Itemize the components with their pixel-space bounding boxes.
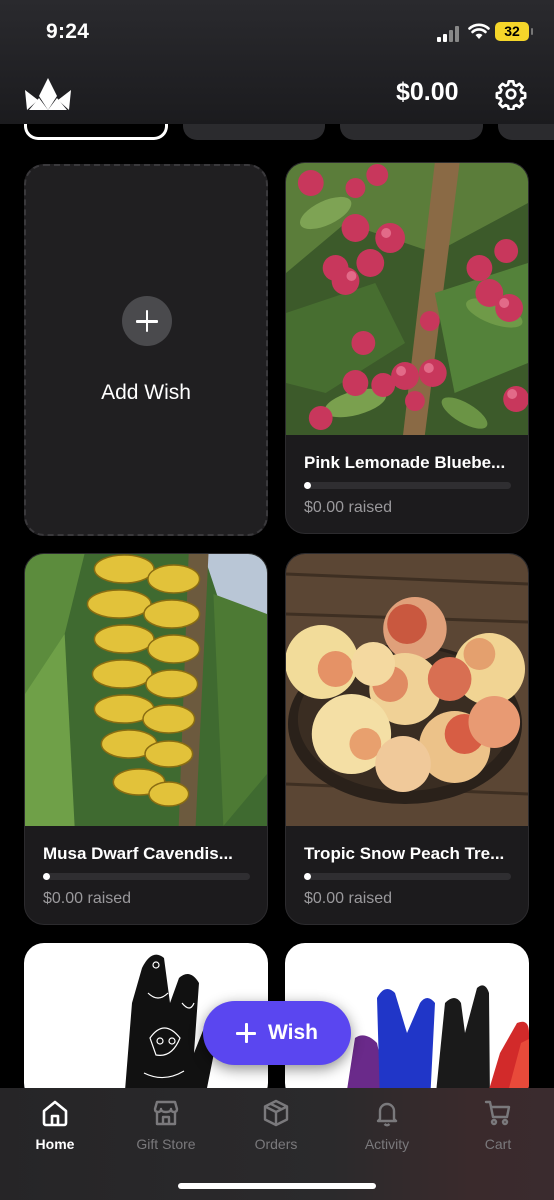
wish-raised: $0.00 raised	[304, 890, 393, 907]
tab-label: Cart	[484, 1136, 512, 1152]
tab-label: Activity	[364, 1136, 410, 1152]
wish-card[interactable]: Pink Lemonade Bluebe... $0.00 raised	[285, 162, 529, 534]
box-icon	[263, 1099, 289, 1127]
wallet-balance[interactable]: $0.00	[396, 78, 459, 107]
add-wish-card[interactable]: Add Wish	[24, 164, 268, 536]
wish-title: Pink Lemonade Bluebe...	[304, 453, 506, 472]
progress-fill	[304, 482, 311, 489]
plus-icon	[236, 1023, 256, 1043]
wish-card[interactable]: Tropic Snow Peach Tre... $0.00 raised	[285, 553, 529, 925]
gear-icon[interactable]	[495, 78, 527, 110]
progress-fill	[304, 873, 311, 880]
wish-card[interactable]: Musa Dwarf Cavendis... $0.00 raised	[24, 553, 268, 925]
wish-image	[25, 554, 267, 826]
tab-activity[interactable]: Activity	[337, 1098, 437, 1152]
tab-label: Orders	[254, 1136, 298, 1152]
cellular-signal-icon	[437, 26, 463, 42]
tab-orders[interactable]: Orders	[226, 1098, 326, 1152]
progress-bar	[43, 873, 250, 880]
tab-home[interactable]: Home	[5, 1098, 105, 1152]
tab-gift-store[interactable]: Gift Store	[116, 1098, 216, 1152]
wish-raised: $0.00 raised	[43, 890, 132, 907]
progress-bar	[304, 482, 511, 489]
wish-image	[286, 554, 528, 826]
progress-fill	[43, 873, 50, 880]
battery-icon: 32	[495, 22, 533, 41]
home-indicator	[178, 1183, 376, 1189]
wifi-icon	[468, 23, 490, 39]
wish-image	[286, 163, 528, 435]
add-wish-label: Add Wish	[101, 381, 191, 404]
app-header: 9:24 32 $0.00	[0, 0, 554, 124]
wish-raised: $0.00 raised	[304, 499, 393, 516]
status-time: 9:24	[46, 20, 90, 43]
fab-label: Wish	[268, 1021, 318, 1044]
plus-icon	[122, 296, 172, 346]
home-icon	[42, 1100, 68, 1127]
progress-bar	[304, 873, 511, 880]
wish-title: Musa Dwarf Cavendis...	[43, 844, 233, 863]
tab-cart[interactable]: Cart	[448, 1098, 548, 1152]
tab-label: Gift Store	[136, 1136, 196, 1152]
crown-logo-icon[interactable]	[25, 76, 71, 112]
cart-icon	[484, 1100, 511, 1126]
tab-label: Home	[35, 1136, 75, 1152]
wish-title: Tropic Snow Peach Tre...	[304, 844, 505, 863]
add-wish-fab[interactable]: Wish	[203, 1001, 351, 1065]
bell-icon	[376, 1102, 398, 1127]
store-icon	[153, 1100, 179, 1126]
